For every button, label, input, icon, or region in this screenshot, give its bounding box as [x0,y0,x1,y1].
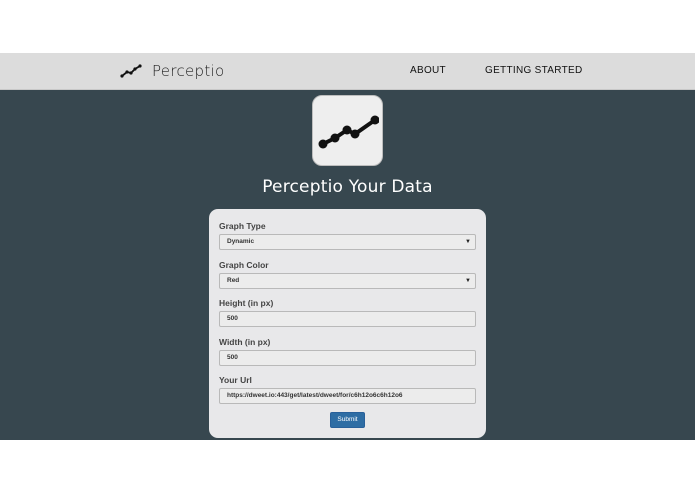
app-logo [312,95,383,166]
nav-link-getting-started[interactable]: GETTING STARTED [485,65,582,76]
top-navbar: Perceptio ABOUT GETTING STARTED [0,53,695,90]
graph-color-select[interactable]: Red ▼ [219,273,476,289]
graph-type-label: Graph Type [219,221,266,231]
page-title: Perceptio Your Data [262,177,433,197]
height-value: 500 [227,315,238,322]
nav-link-about[interactable]: ABOUT [410,65,446,76]
graph-color-label: Graph Color [219,260,269,270]
width-label: Width (in px) [219,337,271,347]
hero-section: Perceptio Your Data Graph Type Dynamic ▼… [0,90,695,440]
caret-down-icon: ▼ [465,278,471,284]
graph-color-value: Red [227,277,240,284]
url-value: https://dweet.io:443/get/latest/dweet/fo… [227,392,403,399]
url-input[interactable]: https://dweet.io:443/get/latest/dweet/fo… [219,388,476,404]
url-label: Your Url [219,375,252,385]
height-input[interactable]: 500 [219,311,476,327]
graph-type-value: Dynamic [227,238,255,245]
graph-settings-form: Graph Type Dynamic ▼ Graph Color Red ▼ H… [209,209,486,438]
width-input[interactable]: 500 [219,350,476,366]
brand[interactable]: Perceptio [120,59,225,83]
line-chart-icon [120,64,142,78]
width-value: 500 [227,354,238,361]
submit-button[interactable]: Submit [330,412,365,428]
line-chart-icon [318,115,379,149]
caret-down-icon: ▼ [465,239,471,245]
graph-type-select[interactable]: Dynamic ▼ [219,234,476,250]
height-label: Height (in px) [219,298,274,308]
brand-name: Perceptio [152,62,225,80]
